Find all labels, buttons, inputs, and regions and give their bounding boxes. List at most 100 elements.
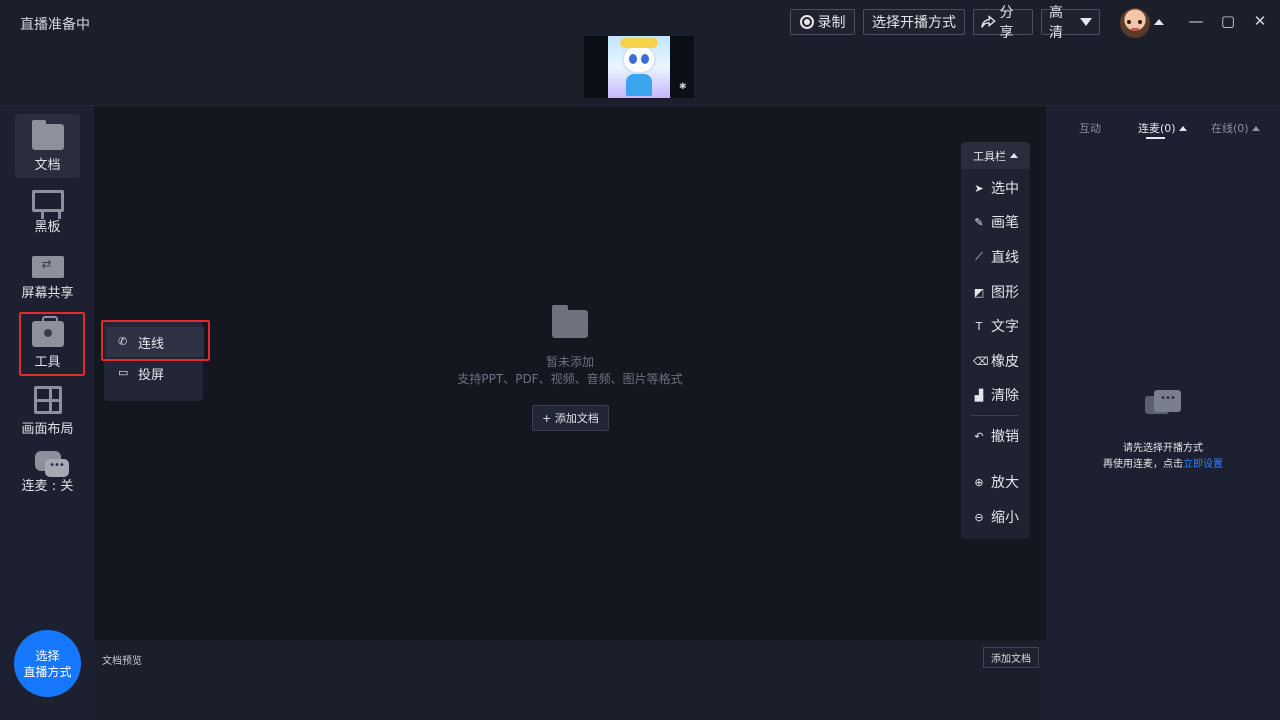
sidebar-item-label: 连麦 : 关 — [21, 479, 74, 494]
tool-zoom-in[interactable]: ⊕ 放大 — [973, 472, 1019, 492]
tab-interaction[interactable]: 互动 — [1079, 120, 1101, 136]
tab-co-host[interactable]: 连麦(0) — [1138, 120, 1187, 136]
tool-label: 撤销 — [991, 429, 1019, 445]
tool-label: 图形 — [991, 285, 1019, 301]
record-button[interactable]: 录制 — [790, 9, 855, 35]
tools-highlight — [19, 312, 85, 376]
tool-label: 缩小 — [991, 510, 1019, 526]
tool-label: 放大 — [991, 475, 1019, 491]
go-live-button[interactable]: 选择 直播方式 — [14, 630, 81, 697]
undo-icon: ↶ — [974, 429, 984, 443]
restore-icon[interactable]: ▢ — [1218, 11, 1238, 31]
go-live-line2: 直播方式 — [23, 664, 72, 679]
mic-icon: ✱ — [679, 82, 687, 92]
tool-clear[interactable]: ▟ 清除 — [973, 385, 1019, 405]
tool-label: 直线 — [991, 250, 1019, 266]
share-arrow-icon — [981, 15, 996, 28]
app-title: 直播准备中 — [20, 17, 90, 33]
tool-label: 选中 — [991, 181, 1019, 197]
menu-item-label: 投屏 — [138, 367, 165, 383]
cursor-icon: ➤ — [974, 181, 984, 195]
tool-select[interactable]: ➤ 选中 — [973, 178, 1019, 198]
quality-label: 高清 — [1049, 5, 1063, 41]
clear-icon: ▟ — [974, 388, 984, 402]
co-host-hint-line1: 请先选择开播方式 — [1123, 443, 1203, 454]
tool-shape[interactable]: ◩ 图形 — [973, 282, 1019, 302]
setup-now-link[interactable]: 立即设置 — [1183, 459, 1223, 470]
share-label: 分享 — [999, 5, 1014, 41]
camera-preview[interactable]: ✱ — [584, 36, 694, 98]
left-sidebar: 文档 黑板 屏幕共享 工具 画面布局 连麦 : 关 选择 直播方式 — [0, 106, 94, 720]
blackboard-icon — [31, 190, 64, 219]
tool-text[interactable]: T 文字 — [973, 316, 1019, 336]
layout-icon — [33, 386, 62, 414]
sidebar-item-screen-share[interactable]: 屏幕共享 — [15, 246, 80, 310]
document-preview-label: 文档预览 — [102, 656, 142, 667]
quality-select[interactable]: 高清 — [1041, 5, 1100, 41]
select-mode-label: 选择开播方式 — [872, 15, 956, 31]
sidebar-item-label: 画面布局 — [21, 422, 74, 437]
tool-pen[interactable]: ✎ 画笔 — [973, 212, 1019, 232]
folder-icon — [31, 120, 64, 150]
co-host-hint-line2: 再使用连麦，点击立即设置 — [1046, 455, 1280, 470]
tab-label: 连麦(0) — [1138, 122, 1176, 135]
chat-bubbles-icon: ••• — [1145, 390, 1181, 422]
tool-eraser[interactable]: ⌫ 橡皮 — [973, 351, 1019, 371]
avatar-menu-caret-icon[interactable] — [1154, 19, 1164, 25]
sidebar-item-blackboard[interactable]: 黑板 — [15, 180, 80, 244]
active-tab-indicator — [1146, 137, 1165, 139]
record-icon — [799, 15, 814, 29]
preview-image — [608, 36, 670, 98]
sidebar-item-label: 屏幕共享 — [21, 286, 74, 301]
tool-label: 画笔 — [991, 215, 1019, 231]
whiteboard-toolbar: 工具栏 ➤ 选中 ✎ 画笔 ⟋ 直线 ◩ 图形 T 文字 ⌫ 橡皮 ▟ 清除 ↶… — [961, 142, 1030, 539]
eraser-icon: ⌫ — [973, 354, 989, 368]
add-document-button[interactable]: + 添加文档 — [532, 405, 609, 431]
tool-label: 橡皮 — [991, 354, 1019, 370]
bottom-add-document-button[interactable]: 添加文档 — [983, 647, 1039, 668]
share-button[interactable]: 分享 — [973, 5, 1033, 41]
toolbar-header-label: 工具栏 — [973, 149, 1006, 163]
toolbar-header[interactable]: 工具栏 — [961, 142, 1030, 169]
document-preview-bar: 文档预览 添加文档 — [94, 640, 1046, 720]
caret-up-icon — [1251, 125, 1260, 131]
toolbar-divider — [971, 415, 1019, 416]
caret-up-icon — [1178, 125, 1187, 131]
tool-line[interactable]: ⟋ 直线 — [973, 247, 1019, 267]
right-panel: 互动 连麦(0) 在线(0) ••• 请先选择开播方式 再使用连麦，点击立即设置 — [1046, 106, 1280, 720]
empty-title: 暂未添加 — [545, 355, 594, 369]
sidebar-item-docs[interactable]: 文档 — [15, 114, 80, 178]
empty-subtitle: 支持PPT、PDF、视频、音频、图片等格式 — [457, 372, 683, 386]
cast-icon: ▭ — [118, 366, 129, 379]
empty-folder-icon — [552, 305, 588, 338]
connect-highlight — [101, 320, 210, 361]
line-icon: ⟋ — [975, 250, 983, 263]
tool-zoom-out[interactable]: ⊖ 缩小 — [973, 507, 1019, 527]
title-bar: 直播准备中 录制 选择开播方式 分享 高清 — ▢ ✕ ✱ — [0, 0, 1280, 106]
collapse-icon — [1010, 153, 1018, 158]
tool-undo[interactable]: ↶ 撤销 — [973, 426, 1019, 446]
chat-icon — [34, 451, 69, 477]
close-icon[interactable]: ✕ — [1250, 11, 1270, 31]
chevron-down-icon — [1080, 18, 1092, 26]
record-label: 录制 — [817, 15, 846, 31]
sidebar-item-co-host[interactable]: 连麦 : 关 — [15, 441, 80, 505]
document-canvas[interactable]: 暂未添加 支持PPT、PDF、视频、音频、图片等格式 + 添加文档 — [94, 106, 1046, 640]
text-icon: T — [975, 319, 983, 333]
sidebar-item-layout[interactable]: 画面布局 — [15, 376, 80, 440]
go-live-line1: 选择 — [35, 648, 60, 663]
minimize-icon[interactable]: — — [1186, 11, 1206, 31]
shape-icon: ◩ — [973, 285, 985, 299]
select-mode-button[interactable]: 选择开播方式 — [863, 9, 965, 35]
tool-label: 文字 — [991, 319, 1019, 335]
tab-online[interactable]: 在线(0) — [1211, 120, 1260, 136]
pen-icon: ✎ — [974, 215, 984, 229]
zoom-out-icon: ⊖ — [974, 510, 984, 524]
menu-item-cast[interactable]: ▭ 投屏 — [106, 358, 204, 388]
tool-label: 清除 — [991, 388, 1019, 404]
avatar[interactable] — [1120, 8, 1150, 38]
zoom-in-icon: ⊕ — [974, 475, 984, 489]
screen-share-icon — [31, 256, 64, 278]
hint-text: 再使用连麦，点击 — [1103, 459, 1183, 470]
sidebar-item-label: 文档 — [34, 158, 61, 173]
